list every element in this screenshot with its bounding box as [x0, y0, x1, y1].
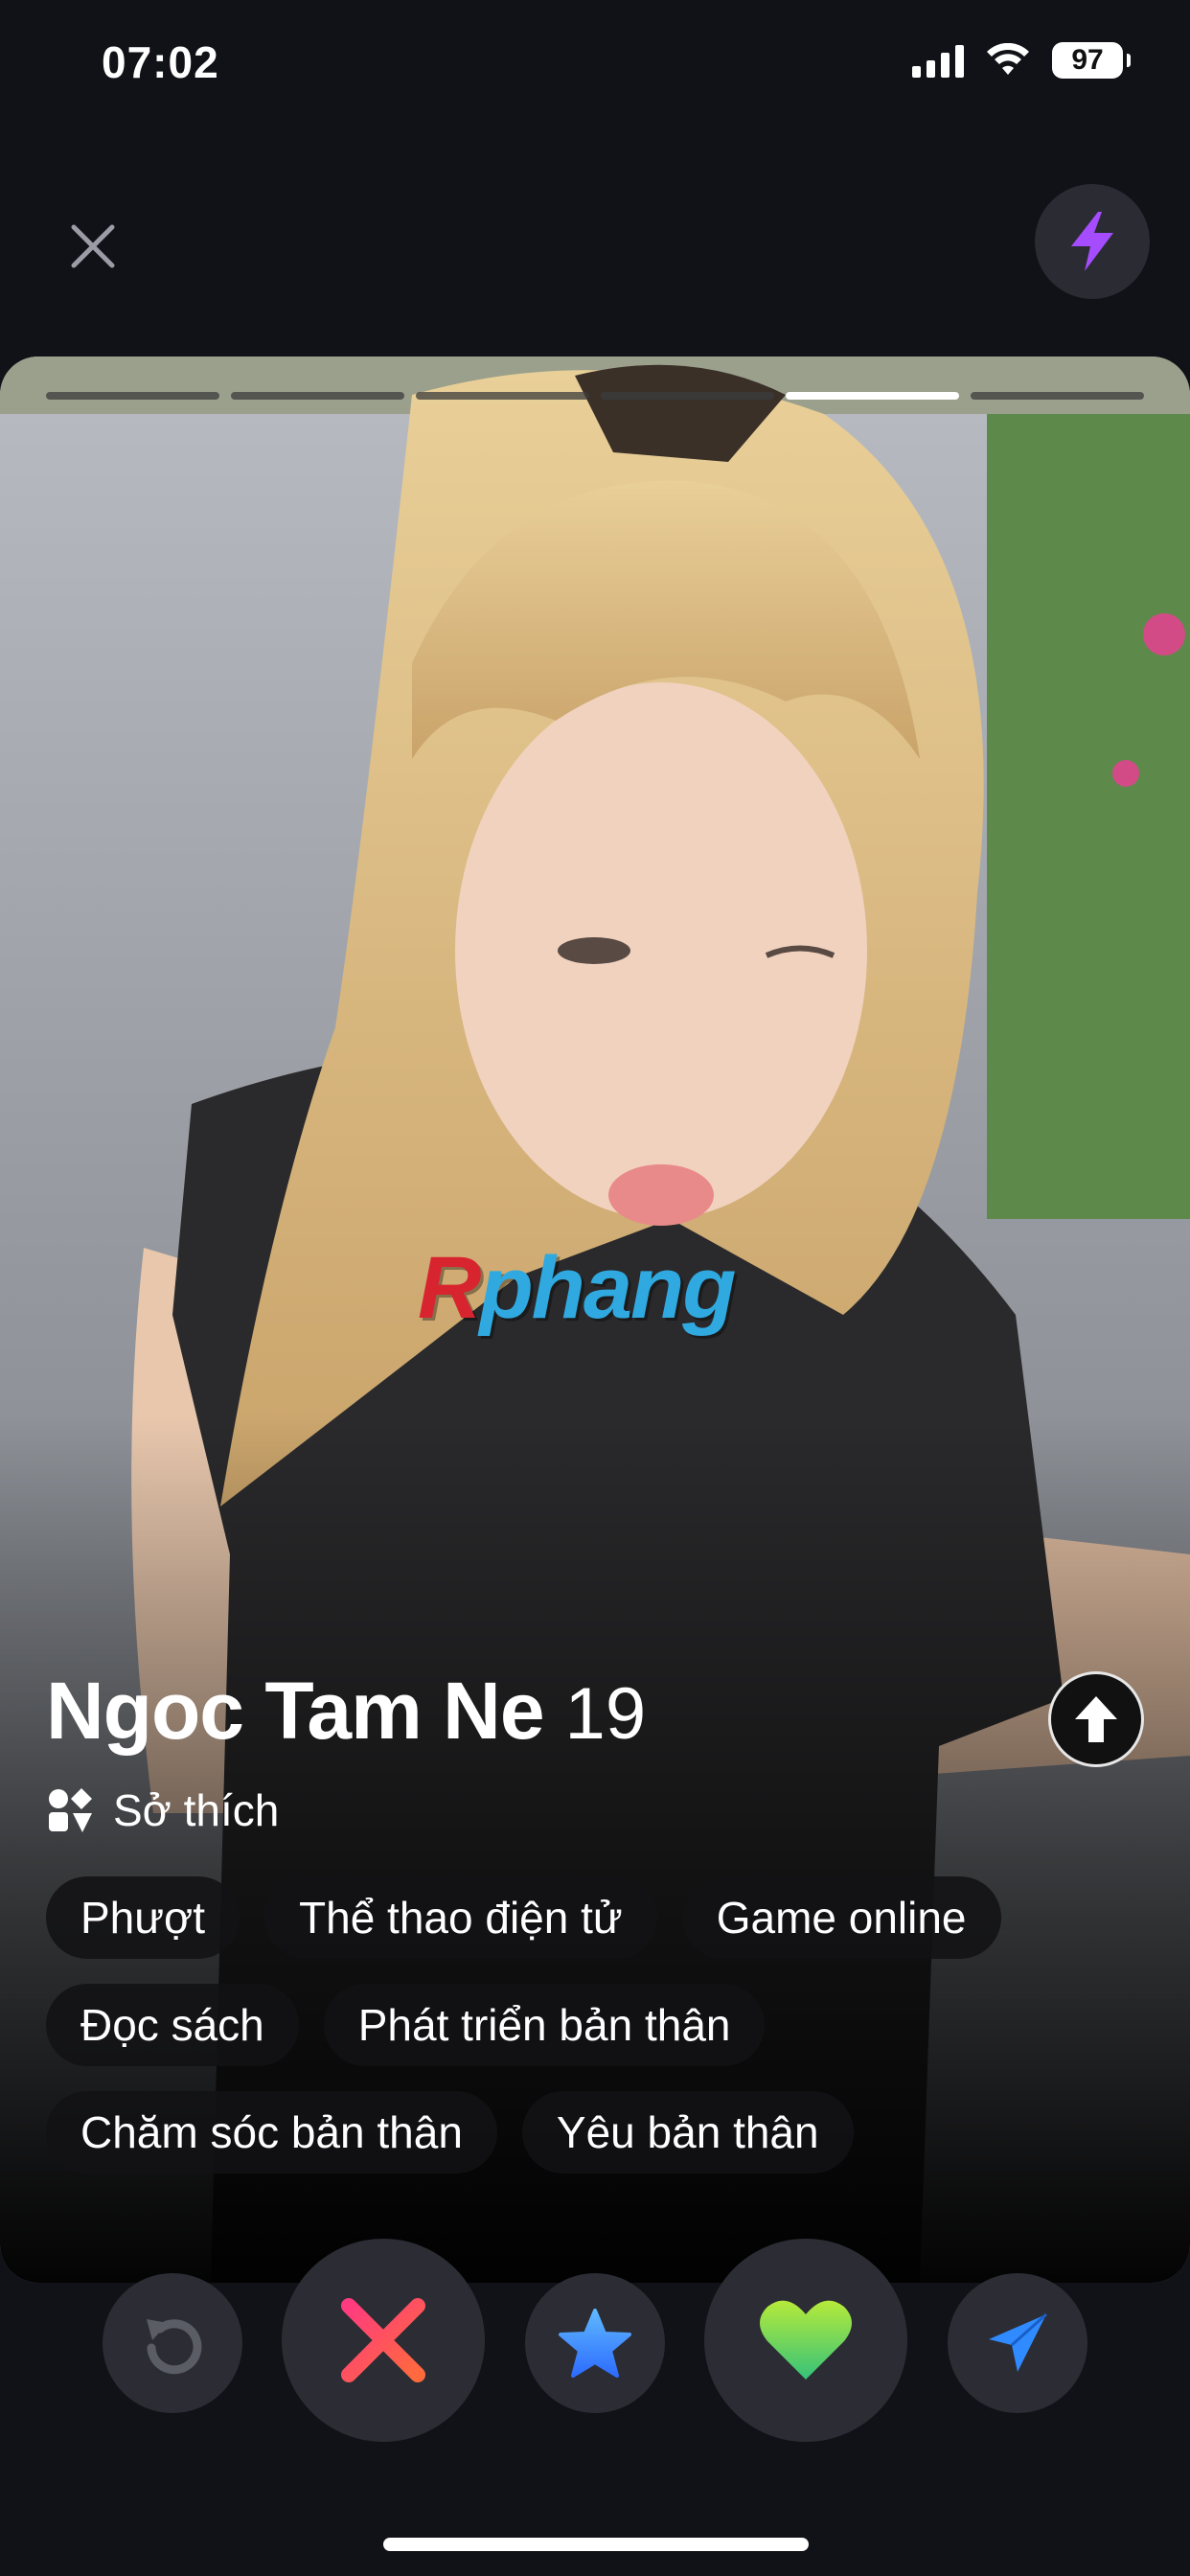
wifi-icon [987, 43, 1029, 75]
profile-age: 19 [564, 1673, 647, 1755]
interests-header: Sở thích [46, 1784, 1152, 1836]
close-button[interactable] [59, 213, 126, 280]
photo-progress-segment[interactable] [46, 392, 219, 400]
photo-progress-segment[interactable] [971, 392, 1144, 400]
interest-tag: Phượt [46, 1876, 240, 1959]
interest-tags: Phượt Thể thao điện tử Game online Đọc sách… [46, 1876, 1138, 2174]
status-time: 07:02 [102, 37, 219, 87]
cellular-signal-icon [912, 43, 964, 78]
profile-card[interactable]: Rphang Ngoc Tam Ne 19 Sở thích Phượt Thể … [0, 356, 1190, 2283]
x-icon [341, 2298, 425, 2382]
close-icon [71, 224, 115, 268]
profile-name: Ngoc Tam Ne [46, 1666, 545, 1756]
rewind-icon [147, 2319, 202, 2375]
like-button[interactable] [704, 2239, 907, 2442]
status-icons: 97 [912, 42, 1131, 79]
super-like-button[interactable] [525, 2273, 665, 2413]
interests-icon [49, 1788, 92, 1832]
battery-indicator: 97 [1052, 42, 1131, 79]
boost-button[interactable] [1035, 184, 1150, 299]
interest-tag: Thể thao điện tử [264, 1876, 657, 1959]
photo-progress [46, 392, 1144, 400]
rewind-button[interactable] [103, 2273, 242, 2413]
nope-button[interactable] [282, 2239, 485, 2442]
interest-tag: Game online [681, 1876, 1001, 1959]
interest-tag: Chăm sóc bản thân [46, 2091, 497, 2174]
photo-progress-segment[interactable] [416, 392, 589, 400]
star-icon [559, 2309, 631, 2378]
watermark: Rphang [418, 1239, 736, 1337]
action-bar [0, 2239, 1190, 2446]
lightning-bolt-icon [1071, 212, 1113, 271]
photo-progress-segment[interactable] [601, 392, 774, 400]
interests-label: Sở thích [113, 1785, 280, 1835]
paper-plane-icon [989, 2312, 1047, 2372]
interest-tag: Đọc sách [46, 1984, 299, 2066]
photo-progress-segment[interactable] [786, 392, 959, 400]
send-button[interactable] [948, 2273, 1087, 2413]
interest-tag: Phát triển bản thân [323, 1984, 766, 2066]
name-row: Ngoc Tam Ne 19 [46, 1665, 1152, 1758]
profile-info: Ngoc Tam Ne 19 Sở thích Phượt Thể thao đi… [46, 1665, 1152, 2174]
interest-tag: Yêu bản thân [521, 2091, 854, 2174]
home-indicator[interactable] [383, 2538, 809, 2551]
heart-icon [760, 2300, 852, 2380]
photo-progress-segment[interactable] [231, 392, 404, 400]
